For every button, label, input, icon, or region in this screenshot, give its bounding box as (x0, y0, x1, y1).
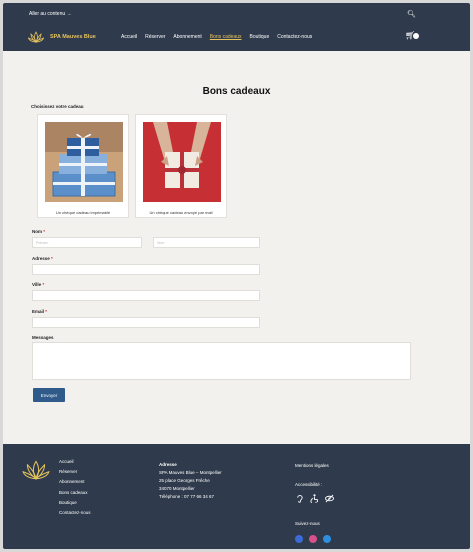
gift-card-printable[interactable]: Un chèque cadeau imprimable (37, 114, 129, 218)
address-title: Adresse (159, 462, 177, 467)
footer: Accueil Réserver Abonnement Bons cadeaux… (3, 444, 470, 549)
footer-links: Accueil Réserver Abonnement Bons cadeaux… (59, 457, 91, 518)
legal-link[interactable]: Mentions légales (295, 463, 329, 468)
cart-badge (413, 32, 420, 39)
message-textarea[interactable] (32, 342, 411, 380)
twitter-icon[interactable] (323, 535, 331, 543)
choose-gift-label: Choisissez votre cadeau (31, 104, 84, 109)
address-line: SPA Mauves Blue – Montpellier (159, 470, 222, 475)
footer-link-reserver[interactable]: Réserver (59, 467, 91, 477)
top-nav: SPA Mauves Blue Accueil Réserver Abonnem… (3, 25, 470, 51)
main-menu: Accueil Réserver Abonnement Bons cadeaux… (121, 34, 312, 40)
brand-logo[interactable]: SPA Mauves Blue (28, 30, 96, 44)
footer-link-bons-cadeaux[interactable]: Bons cadeaux (59, 488, 91, 498)
facebook-icon[interactable] (295, 535, 303, 543)
visual-impairment-icon[interactable] (325, 494, 334, 503)
last-name-field[interactable]: Nom (153, 237, 260, 248)
city-field[interactable] (32, 290, 260, 301)
address-line: 34070 Montpellier (159, 486, 195, 491)
accessibility-label: Accessibilité : (295, 482, 323, 487)
gift-caption-printable: Un chèque cadeau imprimable (55, 210, 111, 215)
address-line: 25 place Georges Frêche (159, 478, 210, 483)
gift-hands-image (143, 122, 221, 202)
nav-item-contact[interactable]: Contactez-nous (277, 34, 312, 40)
gift-boxes-image (45, 122, 123, 202)
hearing-icon[interactable] (295, 494, 304, 503)
footer-address: Adresse SPA Mauves Blue – Montpellier 25… (159, 461, 222, 501)
skip-bar: Aller au contenu → 🔍︎ (3, 3, 470, 25)
cart-button[interactable]: 🛒︎ (405, 31, 420, 40)
footer-link-boutique[interactable]: Boutique (59, 498, 91, 508)
nav-item-accueil[interactable]: Accueil (121, 34, 137, 40)
search-icon[interactable]: 🔍︎ (407, 10, 416, 18)
ville-label: Ville * (32, 282, 45, 287)
footer-link-accueil[interactable]: Accueil (59, 457, 91, 467)
footer-link-abonnement[interactable]: Abonnement (59, 477, 91, 487)
first-name-field[interactable]: Prénom (32, 237, 142, 248)
address-phone[interactable]: Téléphone : 07 77 66 34 67 (159, 493, 222, 501)
nav-item-boutique[interactable]: Boutique (249, 34, 269, 40)
email-label: Email * (32, 309, 48, 314)
page: Aller au contenu → 🔍︎ SPA Mauves Blue Ac… (3, 3, 470, 549)
follow-label: Suivez-nous (295, 521, 320, 526)
brand-name: SPA Mauves Blue (50, 34, 96, 40)
nom-label: Nom * (32, 229, 46, 234)
accessibility-icons (295, 494, 334, 503)
gift-caption-email: Un chèque cadeau envoyé par mail (149, 210, 213, 215)
nav-item-reserver[interactable]: Réserver (145, 34, 165, 40)
email-field[interactable] (32, 317, 260, 328)
nav-item-bons-cadeaux[interactable]: Bons cadeaux (210, 34, 242, 40)
wheelchair-icon[interactable] (310, 494, 319, 503)
skip-link[interactable]: Aller au contenu → (29, 11, 72, 17)
adresse-label: Adresse * (32, 256, 53, 261)
social-icons (295, 535, 331, 543)
page-title: Bons cadeaux (202, 86, 271, 97)
gift-card-email[interactable]: Un chèque cadeau envoyé par mail (135, 114, 227, 218)
footer-lotus-icon (22, 460, 50, 480)
footer-link-contact[interactable]: Contactez-nous (59, 508, 91, 518)
nav-item-abonnement[interactable]: Abonnement (173, 34, 201, 40)
message-label: Messages (32, 335, 54, 340)
instagram-icon[interactable] (309, 535, 317, 543)
address-field[interactable] (32, 264, 260, 275)
submit-button[interactable]: Envoyer (33, 388, 65, 402)
lotus-icon (28, 31, 44, 43)
